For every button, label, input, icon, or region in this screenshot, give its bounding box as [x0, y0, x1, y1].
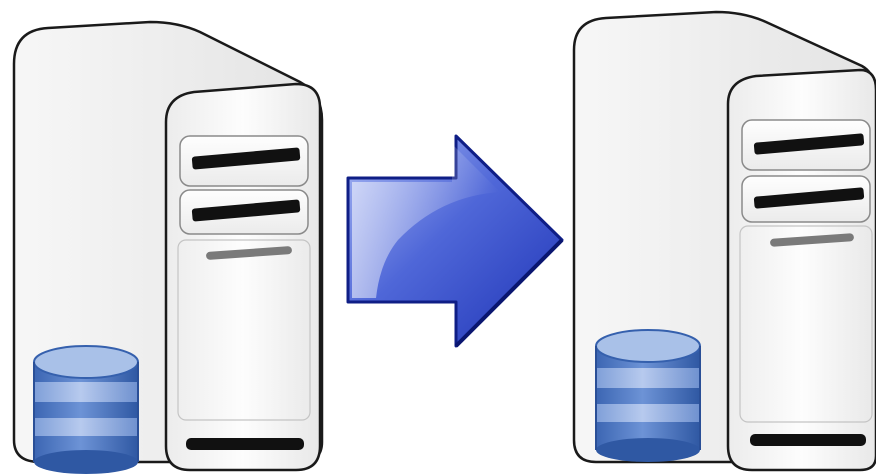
database-icon	[595, 329, 701, 462]
database-band	[34, 418, 138, 436]
diagram-canvas	[12, 10, 876, 474]
database-icon	[33, 345, 139, 474]
database-top	[33, 345, 139, 379]
arrow-right-icon	[346, 134, 564, 348]
database-bottom	[596, 438, 700, 462]
bottom-slot	[186, 438, 304, 450]
database-top	[595, 329, 701, 363]
database-bottom	[34, 450, 138, 474]
bottom-slot	[750, 434, 866, 446]
database-band	[596, 404, 700, 422]
migration-diagram	[0, 0, 876, 474]
database-band	[596, 368, 700, 388]
database-band	[34, 382, 138, 402]
